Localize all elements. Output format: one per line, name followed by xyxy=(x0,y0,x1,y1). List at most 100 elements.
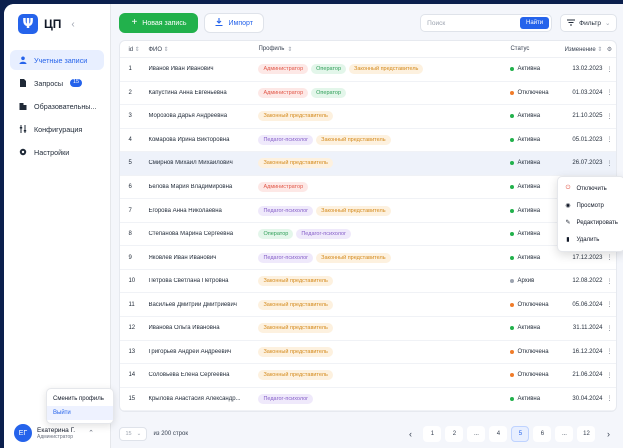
row-changed-date: 21.10.2025 xyxy=(572,113,603,120)
page-button[interactable]: 5 xyxy=(511,426,530,442)
more-icon[interactable]: ⋮ xyxy=(602,348,616,355)
disable-menu-item[interactable]: ⏻ Отключить xyxy=(558,180,623,197)
more-icon[interactable]: ⋮ xyxy=(602,113,616,120)
profile-tag: Законный представитель xyxy=(258,158,333,169)
profile-tag: Педагог-психолог xyxy=(258,393,314,404)
status-label: Архив xyxy=(517,278,535,285)
status-dot xyxy=(510,185,515,189)
table-row[interactable]: 11 Васильев Дмитрий Дмитриевич Законный пр… xyxy=(120,293,617,318)
total-rows-label: из 200 строк xyxy=(153,431,188,437)
col-name[interactable]: ФИО ⇕ xyxy=(144,46,252,53)
row-id: 12 xyxy=(128,325,136,332)
table-row[interactable]: 12 Иванова Ольга Ивановна Законный предста… xyxy=(120,317,617,341)
row-name: Смирнов Михаил Михайлович xyxy=(148,160,233,167)
page-button[interactable]: 2 xyxy=(445,426,464,442)
row-name: Петрова Светлана Петровна xyxy=(148,278,229,285)
status-label: Отключена xyxy=(517,348,549,355)
profile-tag: Законный представитель xyxy=(258,299,333,310)
table-row[interactable]: 6 Белова Мария Владимировна Администратор А… xyxy=(120,176,617,200)
more-icon[interactable]: ⋮ xyxy=(602,278,616,285)
page-button[interactable]: 4 xyxy=(489,426,508,442)
profile-tag: Законный представитель xyxy=(258,346,333,357)
row-profiles: Оператор Педагог-психолог xyxy=(252,229,510,240)
sidebar-item-requests[interactable]: Запросы 15 xyxy=(10,73,104,93)
more-icon[interactable]: ⋮ xyxy=(602,254,616,261)
table-row[interactable]: 14 Соловьева Елена Сергеевна Законный пред… xyxy=(120,364,617,388)
row-status: Активна xyxy=(510,325,558,331)
table-row[interactable]: 15 Крылова Анастасия Александр... Педагог-… xyxy=(120,388,617,412)
sidebar-item-organizations[interactable]: Образовательны... xyxy=(10,96,104,116)
table-row[interactable]: 8 Степанова Марина Сергеевна Оператор Педаг… xyxy=(120,223,617,247)
gear-icon[interactable]: ⚙ xyxy=(602,46,616,53)
table-row[interactable]: 7 Егорова Анна Николаевна Педагог-психолог… xyxy=(120,199,617,223)
table-row[interactable]: 9 Яковлев Иван Иванович Педагог-психолог За… xyxy=(120,246,617,270)
table-header: id ⇕ ФИО ⇕ Профиль ⇕ Статус Изменение ⇕ … xyxy=(120,41,617,58)
more-icon[interactable]: ⋮ xyxy=(602,301,616,308)
col-profile[interactable]: Профиль ⇕ xyxy=(252,46,510,53)
page-button[interactable]: 6 xyxy=(533,426,552,442)
page-button[interactable]: 1 xyxy=(423,426,442,442)
view-menu-item[interactable]: ◉ Просмотр xyxy=(558,197,623,214)
chevron-left-icon[interactable]: ‹ xyxy=(401,426,419,442)
col-id-label: id xyxy=(128,46,134,53)
chevron-up-icon[interactable]: ⌃ xyxy=(88,429,94,437)
switch-profile-item[interactable]: Сменить профиль xyxy=(47,392,113,406)
table-row[interactable]: 3 Морозова Дарья Андреевна Законный предст… xyxy=(120,105,617,129)
chevron-right-icon[interactable]: › xyxy=(599,426,617,442)
user-profile[interactable]: ЕГ Екатерина Г. Администратор ⌃ xyxy=(14,424,94,442)
status-label: Отключена xyxy=(517,372,549,379)
row-status: Активна xyxy=(510,66,558,72)
pencil-icon: ✎ xyxy=(565,220,571,226)
app-name: ЦП xyxy=(44,17,62,31)
search-button[interactable]: Найти xyxy=(520,17,550,29)
more-icon[interactable]: ⋮ xyxy=(602,89,616,96)
profile-menu: Сменить профиль Выйти xyxy=(46,388,114,424)
status-dot xyxy=(510,349,515,354)
row-changed-date: 16.12.2024 xyxy=(572,348,603,355)
search-placeholder: Поиск xyxy=(427,19,446,27)
more-icon[interactable]: ⋮ xyxy=(602,136,616,143)
more-icon[interactable]: ⋮ xyxy=(602,395,616,402)
row-status: Активна xyxy=(510,160,558,166)
sidebar-item-accounts[interactable]: Учетные записи xyxy=(10,50,105,70)
profile-tag: Оператор xyxy=(311,87,347,98)
profile-tag: Законный представитель xyxy=(349,64,424,75)
page-button[interactable]: 12 xyxy=(577,426,596,442)
page-ellipsis[interactable]: ... xyxy=(555,426,574,442)
table-row[interactable]: 1 Иванов Иван Иванович Администратор Операт… xyxy=(120,58,617,82)
table-row[interactable]: 10 Петрова Светлана Петровна Законный пред… xyxy=(120,270,617,294)
table-row[interactable]: 4 Комарова Ирина Викторовна Педагог-психол… xyxy=(120,129,617,153)
import-button[interactable]: Импорт xyxy=(204,13,264,33)
more-icon[interactable]: ⋮ xyxy=(602,66,616,73)
chevron-left-icon[interactable]: ‹ xyxy=(71,19,74,30)
chevron-down-icon: ⌄ xyxy=(605,20,611,27)
sidebar-item-settings[interactable]: Настройки xyxy=(10,142,104,162)
status-label: Активна xyxy=(517,136,541,143)
table-row[interactable]: 5 Смирнов Михаил Михайлович Законный предс… xyxy=(120,152,617,176)
menu-item-label: Отключить xyxy=(576,185,607,192)
row-id: 4 xyxy=(128,136,132,143)
edit-menu-item[interactable]: ✎ Редактировать xyxy=(558,214,623,231)
more-icon[interactable]: ⋮ xyxy=(602,372,616,379)
col-changed[interactable]: Изменение ⇕ xyxy=(558,46,603,53)
logo-row: Ψ ЦП ‹ xyxy=(4,4,110,40)
rows-per-page-select[interactable]: 15 ⌄ xyxy=(119,427,148,441)
row-id: 6 xyxy=(128,184,132,190)
page-ellipsis[interactable]: ... xyxy=(467,426,486,442)
logout-item[interactable]: Выйти xyxy=(47,406,113,420)
search-input[interactable]: Поиск Найти xyxy=(420,14,553,32)
status-dot xyxy=(510,114,515,119)
filter-button[interactable]: Фильтр ⌄ xyxy=(560,14,618,32)
gear-icon xyxy=(18,148,27,157)
sidebar-item-configuration[interactable]: Конфигурация xyxy=(10,119,104,139)
more-icon[interactable]: ⋮ xyxy=(602,160,616,167)
col-name-label: ФИО xyxy=(148,46,162,53)
delete-menu-item[interactable]: ▮ Удалить xyxy=(558,231,623,248)
col-status[interactable]: Статус xyxy=(510,46,558,52)
table-row[interactable]: 2 Капустина Анна Евгеньевна Администратор О… xyxy=(120,82,617,106)
table-row[interactable]: 13 Григорьев Андрей Андреевич Законный пре… xyxy=(120,341,617,365)
new-record-button[interactable]: + Новая запись xyxy=(119,13,199,33)
more-icon[interactable]: ⋮ xyxy=(602,325,616,332)
col-id[interactable]: id ⇕ xyxy=(120,46,144,53)
row-changed-date: 17.12.2023 xyxy=(572,254,603,261)
